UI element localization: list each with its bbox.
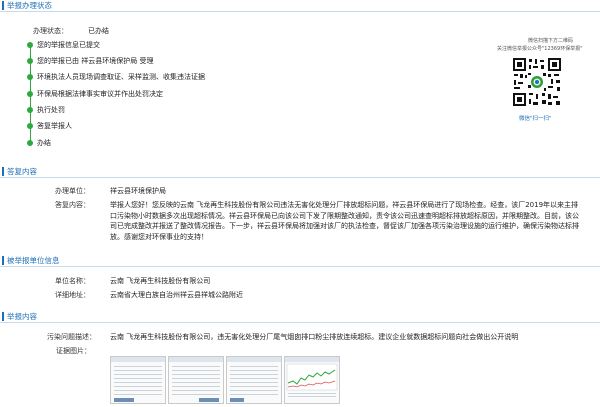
report-section-header: 举报内容 — [0, 311, 600, 323]
timeline-step: 您的举报信息已提交 — [37, 41, 100, 49]
evidence-thumbnail[interactable] — [168, 356, 224, 404]
timeline-step: 办结 — [37, 139, 51, 147]
thumbnail-toolbar — [111, 357, 165, 362]
thumbnail-row — [230, 374, 278, 375]
reply-section-title: 答复内容 — [7, 167, 37, 176]
evidence-label: 证据图片： — [56, 347, 91, 355]
reported-unit-label: 单位名称： — [55, 277, 90, 285]
thumbnail-row — [172, 390, 220, 391]
thumbnail-block — [199, 398, 219, 402]
section-marker — [2, 167, 4, 176]
timeline-step: 执行处罚 — [37, 106, 65, 114]
timeline-dot — [27, 42, 33, 48]
status-section-title: 举报办理状态 — [7, 1, 52, 10]
evidence-thumbnail[interactable] — [110, 356, 166, 404]
timeline-dot — [27, 123, 33, 129]
thumbnail-row — [114, 370, 162, 371]
timeline-step: 环保局根据法律事实审议并作出处罚决定 — [37, 90, 163, 98]
timeline-step: 您的举报已由 祥云县环境保护局 受理 — [37, 57, 154, 65]
evidence-thumbnail[interactable] — [226, 356, 282, 404]
thumbnail-chart — [286, 363, 338, 397]
section-marker — [2, 256, 4, 265]
thumbnail-toolbar — [169, 357, 223, 362]
thumbnail-row — [114, 390, 162, 391]
timeline-dot — [27, 58, 33, 64]
status-value: 已办结 — [88, 27, 109, 35]
thumbnail-row — [230, 386, 278, 387]
handling-unit-label: 办理单位： — [55, 187, 90, 195]
thumbnail-row — [114, 394, 162, 395]
thumbnail-block — [230, 398, 244, 402]
thumbnail-row — [172, 386, 220, 387]
thumbnail-row — [230, 366, 278, 367]
reported-unit-value: 云南 飞龙再生科技股份有限公司 — [110, 277, 211, 285]
timeline-step: 环境执法人员现场调查取证、采样监测、收集违法证据 — [37, 73, 205, 81]
address-value: 云南省大理白族自治州祥云县祥城公路附近 — [110, 291, 243, 299]
address-label: 详细地址： — [55, 291, 90, 299]
section-marker — [2, 312, 4, 321]
thumbnail-row — [172, 382, 220, 383]
thumbnail-row — [230, 394, 278, 395]
thumbnail-row — [114, 378, 162, 379]
progress-timeline — [27, 42, 33, 146]
status-section-header: 举报办理状态 — [0, 0, 600, 12]
reported-section-header: 被举报单位信息 — [0, 255, 600, 267]
problem-label: 污染问题描述： — [47, 333, 96, 341]
timeline-step: 答复举报人 — [37, 122, 72, 130]
thumbnail-row — [230, 390, 278, 391]
thumbnail-toolbar — [285, 357, 339, 362]
timeline-dot — [27, 140, 33, 146]
reported-section-title: 被举报单位信息 — [7, 256, 60, 265]
qr-caption: 微信扫描下方二维码 — [528, 38, 574, 44]
thumbnail-row — [172, 394, 220, 395]
timeline-dot — [27, 91, 33, 97]
reply-section-header: 答复内容 — [0, 166, 600, 178]
evidence-thumbnail[interactable] — [284, 356, 340, 404]
thumbnail-row — [172, 374, 220, 375]
scan-hint: 微信"扫一扫" — [519, 116, 552, 122]
qr-caption: 关注微信举报公众号"12369环保举报" — [497, 46, 583, 52]
thumbnail-row — [114, 366, 162, 367]
thumbnail-row — [114, 382, 162, 383]
thumbnail-row — [114, 374, 162, 375]
thumbnail-row — [172, 366, 220, 367]
status-label: 办理状态： — [33, 27, 68, 35]
thumbnail-row — [114, 386, 162, 387]
reply-content-label: 答复内容： — [55, 201, 90, 209]
handling-unit-value: 祥云县环境保护局 — [110, 187, 166, 195]
thumbnail-row — [230, 370, 278, 371]
thumbnail-row — [172, 378, 220, 379]
thumbnail-block — [114, 398, 134, 402]
problem-value: 云南 飞龙再生科技股份有限公司，违无害化处理分厂尾气烟囱排口粉尘排放连续超标。建… — [110, 333, 519, 341]
report-section-title: 举报内容 — [7, 312, 37, 321]
timeline-dot — [27, 74, 33, 80]
thumbnail-toolbar — [227, 357, 281, 362]
qr-code-icon — [512, 57, 562, 107]
thumbnail-row — [230, 382, 278, 383]
reply-content-text: 举报人您好！您反映的云南 飞龙再生科技股份有限公司违法无害化处理分厂排放超标问题… — [110, 201, 579, 241]
section-marker — [2, 1, 4, 10]
thumbnail-row — [230, 378, 278, 379]
thumbnail-row — [172, 370, 220, 371]
timeline-dot — [27, 107, 33, 113]
